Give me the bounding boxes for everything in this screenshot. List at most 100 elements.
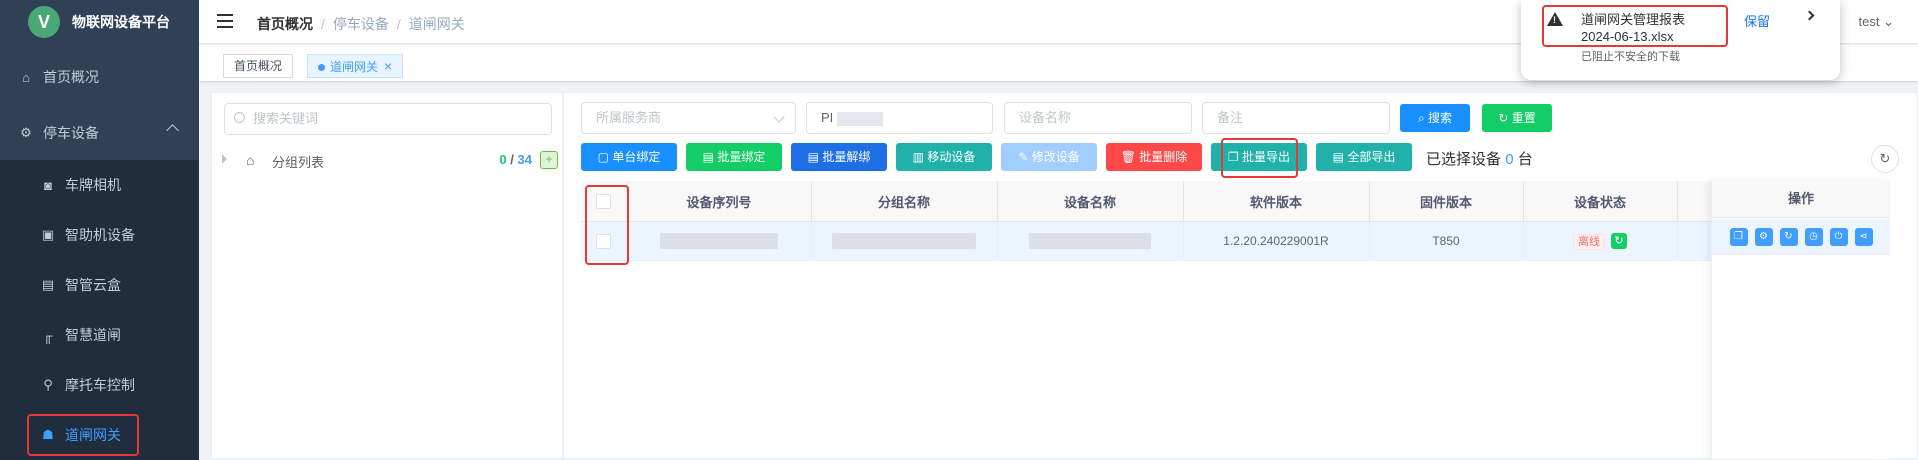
sidebar-item-label: 智管云盒 [65,277,121,293]
highlight-box [1221,138,1298,178]
device-name-input[interactable]: 设备名称 [1004,102,1192,134]
sidebar-item-kiosk[interactable]: ▣ 智助机设备 [0,210,199,260]
download-bubble: ! 道闸网关管理报表 2024-06-13.xlsx 已阻止不安全的下载 保留 [1521,0,1840,80]
camera-icon: ◙ [44,177,52,193]
reset-button[interactable]: ↻ 重置 [1482,104,1552,132]
home-icon: ⌂ [22,69,30,85]
sidebar-item-label: 智慧道闸 [65,327,121,343]
database-icon: ▥ [912,150,924,164]
tag-label: 首页概况 [234,59,283,73]
share-icon[interactable]: ⋖ [1854,227,1873,246]
dot-icon [318,64,325,72]
chevron-down-icon [773,111,785,123]
column-header[interactable]: 软件版本 [1183,181,1370,222]
sync-icon[interactable]: ↻ [1779,227,1798,246]
sidebar-item-label: 停车设备 [43,125,99,141]
user-menu[interactable]: test ⌄ [1859,14,1895,30]
export-all-button[interactable]: ▤ 全部导出 [1316,143,1412,171]
power-icon[interactable]: ⏻ [1829,227,1848,246]
cell-serial [627,221,812,261]
service-provider-select[interactable]: 所属服务商 [581,102,796,134]
sidebar-item-parking-devices[interactable]: ⚙ 停车设备 [0,108,199,158]
cell-device-name [997,221,1184,261]
download-warning-text: 已阻止不安全的下载 [1581,51,1680,63]
edit-icon: ✎ [1018,150,1029,164]
home-icon: ⌂ [246,152,255,168]
folder-icon: ▢ [597,150,609,164]
box-icon: ▤ [41,277,55,292]
app-title: 物联网设备平台 [72,14,170,30]
file-icon: ▤ [702,150,714,164]
column-header: 操作 [1712,180,1890,218]
row-actions: ❐ ⚙ ↻ ◷ ⏻ ⋖ [1712,219,1890,255]
table-row[interactable]: 1.2.20.240229001R T850 离线↻ 2024-03-15 [581,221,1827,261]
highlight-box [27,414,139,456]
chevron-down-icon: ⌄ [1883,14,1894,29]
tree-node-label: 分组列表 [272,155,325,170]
tree-search-input[interactable]: 搜索关键词 [224,103,552,135]
search-button[interactable]: ⌕ 搜索 [1400,104,1470,132]
tag-home[interactable]: 首页概况 [223,54,294,78]
search-icon: ⌕ [1417,111,1425,125]
breadcrumb-home[interactable]: 首页概况 [257,16,313,32]
delete-icon: 🗑 [1120,150,1136,164]
batch-bind-button[interactable]: ▤ 批量绑定 [686,143,782,171]
hamburger-icon[interactable] [217,14,233,28]
cell-software: 1.2.20.240229001R [1183,221,1370,261]
sidebar-item-label: 首页概况 [43,69,99,85]
group-tree-panel: 搜索关键词 ⌂ 分组列表 0 / 34 + [211,92,563,459]
operations-column: 操作 ❐ ⚙ ↻ ◷ ⏻ ⋖ [1711,180,1890,459]
column-header[interactable]: 固件版本 [1369,181,1524,222]
breadcrumb-parking[interactable]: 停车设备 [333,16,389,32]
tag-gateway[interactable]: 道闸网关 × [307,54,404,78]
highlight-box [585,185,629,265]
sidebar-item-label: 智助机设备 [65,227,135,243]
tree-node-root[interactable]: ⌂ 分组列表 0 / 34 + [222,148,558,172]
breadcrumb: 首页概况 / 停车设备 / 道闸网关 [257,16,465,32]
file-icon: ▤ [807,150,819,164]
highlight-box [1542,5,1728,47]
device-table: 设备序列号 分组名称 设备名称 软件版本 固件版本 设备状态 最后上 1.2.2… [581,181,1827,261]
chevron-right-icon[interactable] [1804,10,1815,21]
caret-right-icon[interactable] [222,154,227,164]
remark-input[interactable]: 备注 [1202,102,1390,134]
column-header[interactable]: 设备名称 [997,181,1184,222]
keep-button[interactable]: 保留 [1744,11,1770,30]
cell-status: 离线 ↻ [1523,221,1678,261]
sidebar-item-plate-camera[interactable]: ◙ 车牌相机 [0,160,199,210]
tree-node-count: 0 / 34 [499,152,532,167]
settings-icon[interactable]: ⚙ [1754,227,1773,246]
cell-firmware: T850 [1369,221,1524,261]
sidebar-item-label: 车牌相机 [65,177,121,193]
sidebar: V 物联网设备平台 ⌂ 首页概况 ⚙ 停车设备 ◙ 车牌相机 ▣ 智助机设备 ▤… [0,0,199,460]
barrier-icon: ╓ [43,327,53,343]
refresh-icon[interactable]: ↻ [1871,145,1899,173]
username: test [1858,14,1880,29]
close-icon[interactable]: × [384,58,392,74]
add-icon[interactable]: + [540,151,558,169]
motorcycle-icon: ⚲ [43,377,53,392]
column-header[interactable]: 分组名称 [811,181,998,222]
kiosk-icon: ▣ [41,227,55,242]
batch-delete-button[interactable]: 🗑 批量删除 [1106,143,1202,171]
batch-unbind-button[interactable]: ▤ 批量解绑 [791,143,887,171]
sidebar-item-cloud-box[interactable]: ▤ 智管云盒 [0,260,199,310]
devices-icon: ⚙ [20,125,32,140]
copy-icon[interactable]: ❐ [1729,227,1748,246]
edit-device-button[interactable]: ✎ 修改设备 [1001,143,1097,171]
single-bind-button[interactable]: ▢ 单台绑定 [581,143,677,171]
refresh-icon[interactable]: ↻ [1611,233,1627,250]
serial-input[interactable]: PI [806,102,993,134]
sidebar-item-home[interactable]: ⌂ 首页概况 [0,52,199,102]
column-header[interactable]: 设备序列号 [627,181,812,222]
cell-group [811,221,998,261]
refresh-icon: ↻ [1498,111,1509,125]
column-header[interactable]: 设备状态 [1523,181,1678,222]
move-device-button[interactable]: ▥ 移动设备 [896,143,992,171]
breadcrumb-current: 道闸网关 [408,16,465,32]
search-icon [234,112,245,123]
sidebar-item-smart-barrier[interactable]: ╓ 智慧道闸 [0,310,199,360]
selected-count: 已选择设备 0 台 [1426,151,1533,168]
sidebar-item-motorcycle[interactable]: ⚲ 摩托车控制 [0,360,199,410]
clock-icon[interactable]: ◷ [1804,227,1823,246]
